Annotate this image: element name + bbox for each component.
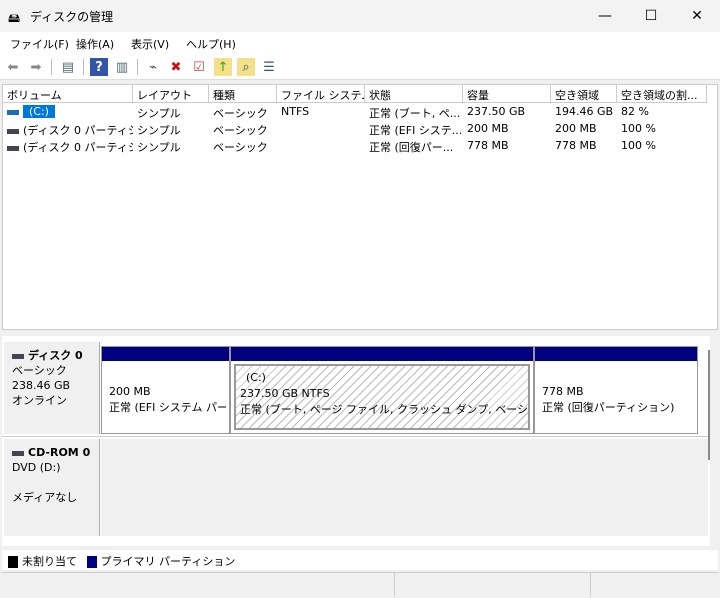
table-cell: 778 MB [467, 139, 509, 152]
menu-bar: ファイル(F) 操作(A) 表示(V) ヘルプ(H) [0, 32, 720, 54]
table-cell: 正常 (回復パー... [369, 141, 454, 154]
partition-size: 237.50 GB NTFS [240, 387, 330, 400]
column-header-status[interactable]: 状態 [365, 85, 463, 103]
column-header-free-percent[interactable]: 空き領域の割... [617, 85, 707, 103]
partition-size: 778 MB [542, 385, 584, 398]
cdrom-icon [12, 450, 24, 456]
cdrom-0-label[interactable]: CD-ROM 0 DVD (D:) メディアなし [4, 439, 100, 536]
partition-status: 正常 (ブート, ページ ファイル, クラッシュ ダンプ, ベーシック データ [240, 403, 528, 416]
partition-efi[interactable]: 200 MB 正常 (EFI システム パーテ [101, 346, 230, 434]
action-pane-icon[interactable]: ▥ [113, 58, 131, 76]
folder-up-icon[interactable]: ↑ [214, 58, 232, 76]
table-cell: (C:) [3, 104, 133, 121]
disk-name: ディスク 0 [28, 349, 83, 362]
console-tree-icon[interactable]: ▤ [59, 58, 77, 76]
disk-type: DVD (D:) [12, 461, 61, 474]
disk-0-label[interactable]: ディスク 0 ベーシック 238.46 GB オンライン [4, 342, 100, 434]
menu-action[interactable]: 操作(A) [76, 36, 114, 52]
volume-name: (ディスク 0 パーティシ... [23, 141, 133, 154]
table-cell: 正常 (EFI システ... [369, 124, 463, 137]
column-header-type[interactable]: 種類 [209, 85, 277, 103]
partition-status: 正常 (回復パーティション) [542, 401, 675, 414]
table-cell: シンプル [137, 107, 181, 120]
cdrom-area [101, 439, 708, 536]
check-icon[interactable]: ☑ [190, 58, 208, 76]
table-cell: 100 % [621, 139, 656, 152]
table-cell: ベーシック [213, 124, 268, 137]
disk-status: メディアなし [12, 491, 78, 504]
forward-icon[interactable]: ➡ [27, 58, 45, 76]
vertical-scrollbar[interactable] [708, 350, 710, 460]
folder-search-icon[interactable]: ⌕ [237, 58, 255, 76]
minimize-button[interactable]: — [582, 0, 628, 32]
table-cell: 194.46 GB [555, 105, 614, 118]
volume-icon [7, 109, 19, 115]
unallocated-swatch [8, 556, 18, 568]
partition-size: 200 MB [109, 385, 151, 398]
table-cell: 237.50 GB [467, 105, 526, 118]
column-header-filesystem[interactable]: ファイル システム [277, 85, 365, 103]
volume-icon [7, 145, 19, 151]
table-cell [277, 138, 365, 155]
toolbar: ⬅ ➡ ▤ ? ▥ ⌁ ✖ ☑ ↑ ⌕ ☰ [0, 54, 720, 80]
menu-view[interactable]: 表示(V) [131, 36, 169, 52]
disk-type: ベーシック [12, 364, 67, 377]
table-cell: NTFS [281, 105, 310, 118]
table-cell: 200 MB [467, 122, 509, 135]
partition-recovery[interactable]: 778 MB 正常 (回復パーティション) [534, 346, 698, 434]
connect-disk-icon[interactable]: ⌁ [144, 58, 162, 76]
volume-name: (ディスク 0 パーティシ... [23, 124, 133, 137]
column-header-free[interactable]: 空き領域 [551, 85, 617, 103]
column-header-layout[interactable]: レイアウト [133, 85, 209, 103]
table-cell: (ディスク 0 パーティシ... [3, 121, 133, 138]
table-cell: ベーシック [213, 107, 268, 120]
table-cell: 100 % [621, 122, 656, 135]
table-cell: ベーシック [213, 141, 268, 154]
back-icon[interactable]: ⬅ [4, 58, 22, 76]
partition-label: (C:) [246, 371, 266, 384]
properties-icon[interactable]: ☰ [260, 58, 278, 76]
table-cell: シンプル [137, 124, 181, 137]
volume-list[interactable]: ボリューム レイアウト 種類 ファイル システム 状態 容量 空き領域 空き領域… [2, 84, 718, 330]
maximize-button[interactable]: ☐ [628, 0, 674, 32]
disk-status: オンライン [12, 394, 67, 407]
column-header-volume[interactable]: ボリューム [3, 85, 133, 103]
disk-graphical-view: ディスク 0 ベーシック 238.46 GB オンライン 200 MB 正常 (E… [2, 336, 710, 546]
partition-c[interactable]: (C:) 237.50 GB NTFS 正常 (ブート, ページ ファイル, クラッ… [230, 346, 534, 434]
table-cell [277, 121, 365, 138]
table-cell: 82 % [621, 105, 649, 118]
partition-status: 正常 (EFI システム パーテ [109, 401, 226, 414]
help-icon[interactable]: ? [90, 58, 108, 76]
legend-primary: プライマリ パーティション [100, 555, 236, 568]
table-cell: 200 MB [555, 122, 597, 135]
legend: 未割り当て プライマリ パーティション [2, 550, 718, 570]
volume-name: (C:) [23, 105, 55, 118]
disk-management-icon: 🖴 [8, 11, 21, 25]
close-button[interactable]: ✕ [674, 0, 720, 32]
disk-size: 238.46 GB [12, 379, 71, 392]
table-cell: (ディスク 0 パーティシ... [3, 138, 133, 155]
table-cell: シンプル [137, 141, 181, 154]
menu-help[interactable]: ヘルプ(H) [186, 36, 236, 52]
status-bar [2, 572, 718, 597]
table-cell: 778 MB [555, 139, 597, 152]
table-cell: 正常 (ブート, ペ... [369, 107, 461, 120]
column-header-capacity[interactable]: 容量 [463, 85, 551, 103]
menu-file[interactable]: ファイル(F) [10, 36, 69, 52]
title-bar: 🖴 ディスクの管理 — ☐ ✕ [0, 0, 720, 32]
disk-name: CD-ROM 0 [28, 446, 91, 459]
legend-unallocated: 未割り当て [22, 555, 77, 568]
volume-icon [7, 128, 19, 134]
disk-icon [12, 353, 24, 359]
delete-icon[interactable]: ✖ [167, 58, 185, 76]
primary-swatch [86, 556, 97, 568]
window-title: ディスクの管理 [30, 10, 114, 24]
